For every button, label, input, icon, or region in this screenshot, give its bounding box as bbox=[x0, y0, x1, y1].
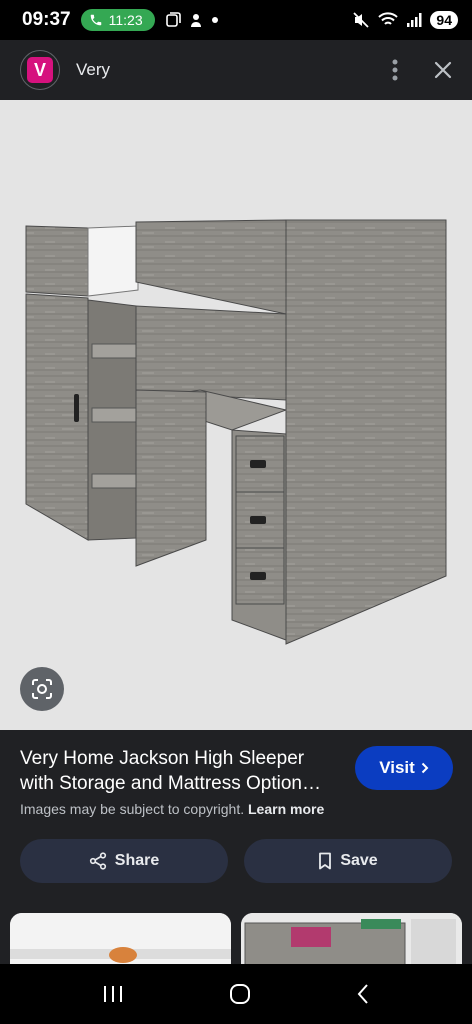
learn-more-link[interactable]: Learn more bbox=[248, 801, 324, 817]
home-icon bbox=[229, 984, 250, 1004]
more-vert-icon bbox=[392, 59, 398, 81]
high-sleeper-bed-image bbox=[25, 219, 447, 645]
close-button[interactable] bbox=[434, 61, 452, 79]
wifi-icon bbox=[378, 12, 399, 25]
related-image-thumbnail[interactable] bbox=[10, 913, 231, 964]
phone-icon bbox=[90, 14, 101, 26]
bookmark-icon bbox=[319, 852, 332, 870]
lens-icon bbox=[32, 679, 52, 699]
result-info-panel: Very Home Jackson High Sleeper with Stor… bbox=[0, 730, 472, 910]
related-image-thumbnail[interactable] bbox=[241, 913, 462, 964]
site-logo-letter: V bbox=[27, 57, 53, 83]
google-lens-button[interactable] bbox=[20, 667, 64, 711]
ongoing-call-pill[interactable]: 11:23 bbox=[80, 9, 155, 31]
copyright-notice: Images may be subject to copyright. Lear… bbox=[20, 801, 324, 817]
visit-button[interactable]: Visit bbox=[355, 746, 453, 790]
copyright-text: Images may be subject to copyright. bbox=[20, 801, 245, 817]
chevron-right-icon bbox=[421, 762, 429, 774]
screen-mirror-icon bbox=[165, 12, 181, 27]
dot-icon bbox=[211, 17, 218, 23]
recents-icon bbox=[104, 986, 123, 1002]
signal-icon bbox=[407, 13, 422, 27]
recents-button[interactable] bbox=[102, 984, 124, 1004]
related-image-2 bbox=[241, 913, 462, 964]
status-time: 09:37 bbox=[22, 9, 71, 30]
product-image[interactable] bbox=[0, 100, 472, 730]
back-icon bbox=[357, 984, 368, 1004]
visit-label: Visit bbox=[379, 758, 415, 777]
save-label: Save bbox=[340, 852, 378, 869]
product-title[interactable]: Very Home Jackson High Sleeper with Stor… bbox=[20, 746, 340, 796]
related-images bbox=[0, 910, 472, 964]
more-options-button[interactable] bbox=[392, 59, 398, 81]
save-button[interactable]: Save bbox=[244, 839, 452, 883]
share-button[interactable]: Share bbox=[20, 839, 228, 883]
site-logo[interactable]: V bbox=[20, 50, 60, 90]
share-icon bbox=[89, 852, 106, 870]
status-bar: 09:37 11:23 94 bbox=[0, 0, 472, 40]
site-name[interactable]: Very bbox=[76, 60, 110, 80]
notification-icon bbox=[190, 14, 201, 27]
app-bar: V Very bbox=[0, 40, 472, 100]
share-label: Share bbox=[114, 852, 160, 869]
mute-icon bbox=[353, 12, 370, 28]
system-nav-bar bbox=[0, 964, 472, 1024]
close-icon bbox=[434, 61, 452, 79]
related-image-1 bbox=[10, 913, 231, 964]
home-button[interactable] bbox=[229, 983, 251, 1005]
back-button[interactable] bbox=[356, 983, 370, 1005]
call-duration: 11:23 bbox=[108, 12, 143, 28]
battery-level: 94 bbox=[430, 11, 458, 29]
